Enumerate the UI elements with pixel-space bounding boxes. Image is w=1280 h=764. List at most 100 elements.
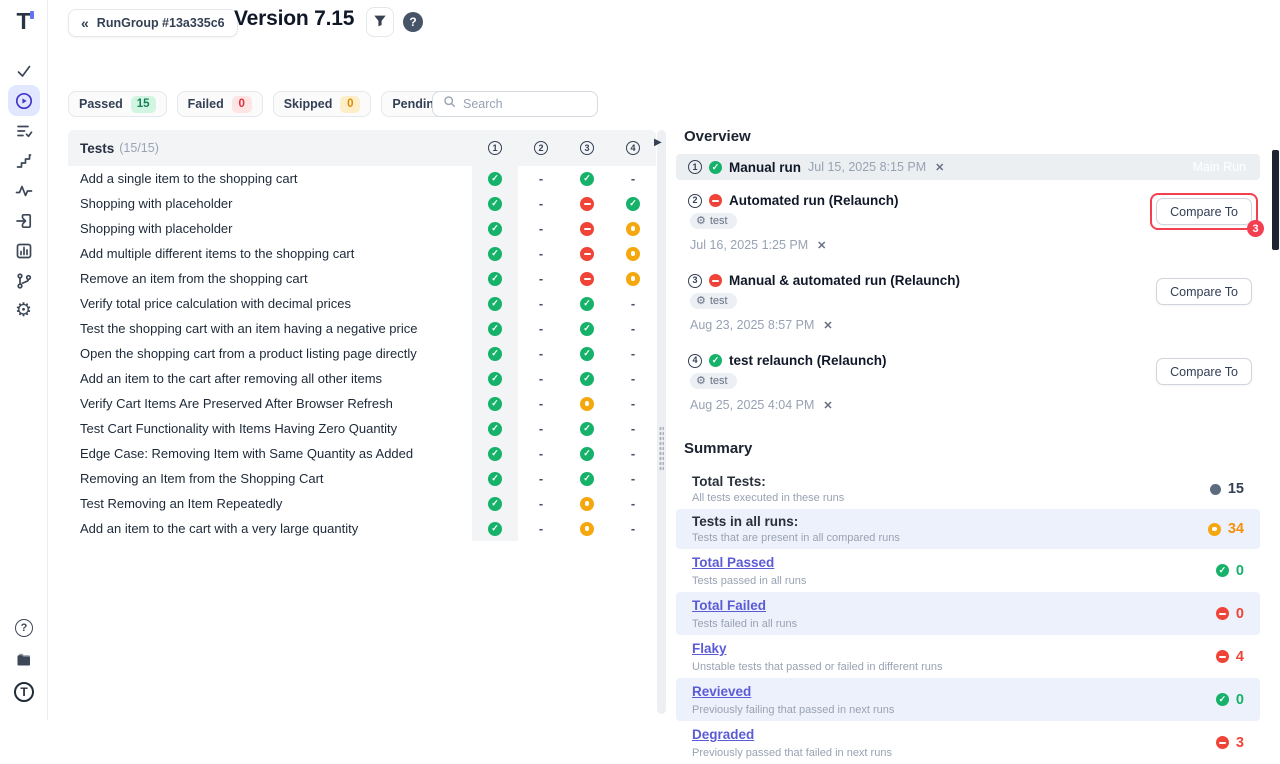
docs-folder-icon[interactable] (8, 644, 40, 676)
scrollbar-thumb[interactable] (1272, 150, 1279, 250)
search-input[interactable] (463, 97, 624, 111)
status-none: - (631, 521, 635, 536)
status-cell: - (518, 416, 564, 441)
table-row[interactable]: Add a single item to the shopping cart-- (68, 166, 656, 191)
profile-logo-icon[interactable]: T (8, 676, 40, 708)
status-passed-icon (488, 247, 502, 261)
summary-row-text: Tests in all runs:Tests that are present… (692, 514, 900, 544)
table-row[interactable]: Remove an item from the shopping cart- (68, 266, 656, 291)
filter-chip-skipped[interactable]: Skipped0 (273, 91, 372, 117)
run-tag-label: test (710, 215, 728, 227)
filter-button[interactable] (366, 7, 394, 37)
summary-value: 34 (1208, 521, 1244, 537)
test-name: Remove an item from the shopping cart (80, 271, 472, 286)
table-row[interactable]: Add an item to the cart after removing a… (68, 366, 656, 391)
help-icon[interactable]: ? (8, 612, 40, 644)
summary-link[interactable]: Revieved (692, 684, 751, 699)
status-skipped-icon (626, 222, 640, 236)
status-cell (610, 241, 656, 266)
collapse-triangle-icon[interactable]: ▶ (654, 138, 662, 148)
table-row[interactable]: Shopping with placeholder- (68, 216, 656, 241)
comparison-panel: Overview 1Manual runJul 15, 2025 8:15 PM… (676, 128, 1260, 764)
status-none: - (539, 396, 543, 411)
status-cell: - (610, 291, 656, 316)
remove-run-icon[interactable]: ✕ (817, 239, 826, 252)
rungroup-back-button[interactable]: « RunGroup #13a335c6 (68, 9, 238, 37)
status-cell: - (518, 491, 564, 516)
import-icon[interactable] (8, 205, 40, 236)
run-number-icon: 3 (688, 274, 702, 288)
reports-chart-icon[interactable] (8, 235, 40, 266)
rungroup-label: RunGroup #13a335c6 (97, 16, 225, 30)
status-cell: - (518, 191, 564, 216)
filter-chip-passed[interactable]: Passed15 (68, 91, 167, 117)
analytics-pulse-icon[interactable] (8, 175, 40, 206)
table-row[interactable]: Test Cart Functionality with Items Havin… (68, 416, 656, 441)
panel-resize-divider[interactable]: ▶ (657, 130, 666, 714)
status-passed-icon (488, 222, 502, 236)
status-cell (564, 516, 610, 541)
test-name: Shopping with placeholder (80, 221, 472, 236)
table-row[interactable]: Test the shopping cart with an item havi… (68, 316, 656, 341)
main-run-row[interactable]: 1Manual runJul 15, 2025 8:15 PM✕Main Run (676, 154, 1260, 180)
funnel-icon (373, 14, 387, 31)
status-failed-icon (709, 194, 722, 207)
status-cell (472, 316, 518, 341)
summary-link[interactable]: Flaky (692, 641, 727, 656)
status-passed-icon (488, 497, 502, 511)
runs-play-icon[interactable] (8, 85, 40, 116)
table-row[interactable]: Shopping with placeholder- (68, 191, 656, 216)
compare-to-button[interactable]: Compare To (1156, 358, 1252, 385)
remove-run-icon[interactable]: ✕ (823, 399, 832, 412)
summary-link[interactable]: Total Passed (692, 555, 774, 570)
summary-count: 0 (1236, 692, 1244, 708)
status-none: - (539, 371, 543, 386)
steps-stairs-icon[interactable] (8, 145, 40, 176)
status-passed-icon (709, 354, 722, 367)
summary-link[interactable]: Total Failed (692, 598, 766, 613)
status-passed-icon (580, 297, 594, 311)
remove-run-icon[interactable]: ✕ (823, 319, 832, 332)
summary-row-text: DegradedPreviously passed that failed in… (692, 726, 892, 759)
branches-icon[interactable] (8, 265, 40, 296)
status-passed-icon (580, 322, 594, 336)
settings-gear-icon[interactable]: ⚙ (8, 295, 40, 326)
run-tag-label: test (710, 375, 728, 387)
table-row[interactable]: Verify Cart Items Are Preserved After Br… (68, 391, 656, 416)
table-row[interactable]: Test Removing an Item Repeatedly-- (68, 491, 656, 516)
table-row[interactable]: Edge Case: Removing Item with Same Quant… (68, 441, 656, 466)
compare-to-button[interactable]: Compare To (1156, 198, 1252, 225)
app-logo-icon[interactable]: T (16, 10, 30, 33)
summary-row-text: FlakyUnstable tests that passed or faile… (692, 640, 943, 673)
table-row[interactable]: Add an item to the cart with a very larg… (68, 516, 656, 541)
sidebar-nav: ⚙ (8, 55, 40, 325)
filter-chip-failed[interactable]: Failed0 (177, 91, 263, 117)
run-number-column-icon: 4 (626, 141, 640, 155)
remove-run-icon[interactable]: ✕ (935, 161, 944, 174)
help-button[interactable]: ? (403, 12, 423, 32)
status-cell: - (610, 416, 656, 441)
status-cell (564, 441, 610, 466)
tests-table-header: Tests (15/15) 1234 (68, 130, 656, 166)
status-none: - (631, 421, 635, 436)
tests-check-icon[interactable] (8, 55, 40, 86)
main-run-label: Main Run (1193, 160, 1247, 174)
drag-grip-icon[interactable] (659, 426, 664, 470)
table-row[interactable]: Open the shopping cart from a product li… (68, 341, 656, 366)
status-failed-icon (580, 222, 594, 236)
status-cell (564, 291, 610, 316)
status-cell (564, 466, 610, 491)
test-plans-list-icon[interactable] (8, 115, 40, 146)
compare-to-button[interactable]: Compare To (1156, 278, 1252, 305)
status-cell (472, 516, 518, 541)
table-row[interactable]: Add multiple different items to the shop… (68, 241, 656, 266)
run-dateline: Aug 23, 2025 8:57 PM✕ (690, 318, 1248, 332)
status-cell: - (518, 291, 564, 316)
summary-link[interactable]: Degraded (692, 727, 754, 742)
summary-description: Previously failing that passed in next r… (692, 704, 894, 716)
table-row[interactable]: Verify total price calculation with deci… (68, 291, 656, 316)
run-number-icon: 4 (688, 354, 702, 368)
run-tag-label: test (710, 295, 728, 307)
status-cell (564, 191, 610, 216)
table-row[interactable]: Removing an Item from the Shopping Cart-… (68, 466, 656, 491)
